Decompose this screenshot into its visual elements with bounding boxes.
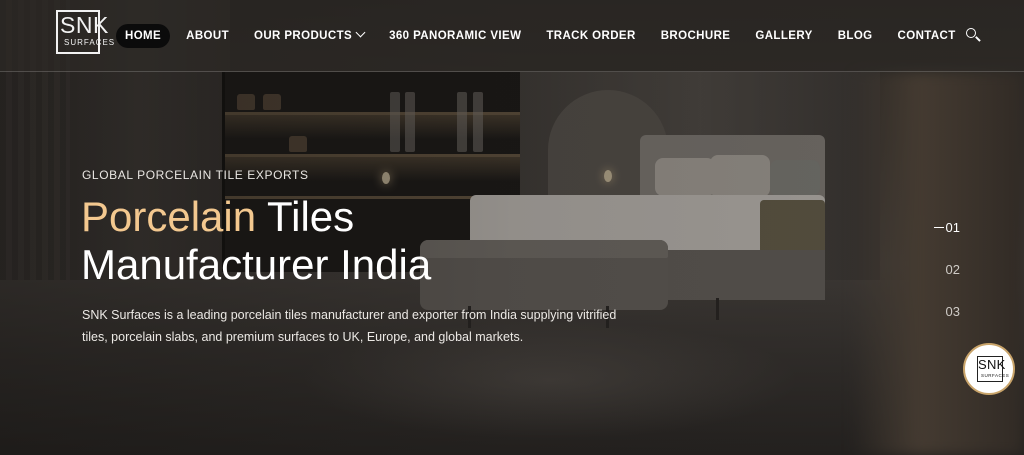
nav-our-products-label: OUR PRODUCTS — [254, 30, 353, 42]
site-header: SNK SURFACES HOME ABOUT OUR PRODUCTS 360… — [0, 0, 1024, 72]
nav-contact[interactable]: CONTACT — [898, 30, 956, 42]
badge-subtext: SURFACES — [981, 373, 1010, 378]
hero-headline: Porcelain Tiles Manufacturer India — [81, 193, 431, 289]
nav-about[interactable]: ABOUT — [186, 30, 229, 42]
badge-text: SNK — [978, 357, 1006, 372]
nav-brochure[interactable]: BROCHURE — [661, 30, 731, 42]
main-nav: HOME ABOUT OUR PRODUCTS 360 PANORAMIC VI… — [116, 23, 956, 49]
slide-indicator-3[interactable]: 03 — [946, 304, 960, 319]
nav-blog[interactable]: BLOG — [838, 30, 873, 42]
slide-indicator-2[interactable]: 02 — [946, 262, 960, 277]
slide-number: 01 — [945, 220, 960, 235]
hero-description: SNK Surfaces is a leading porcelain tile… — [82, 308, 617, 344]
nav-360-panoramic-view[interactable]: 360 PANORAMIC VIEW — [389, 30, 521, 42]
headline-line2: Manufacturer India — [81, 241, 432, 288]
chevron-down-icon — [355, 27, 366, 38]
search-icon[interactable] — [966, 28, 981, 42]
slide-indicator-1[interactable]: 01 — [933, 220, 960, 235]
nav-gallery[interactable]: GALLERY — [755, 30, 812, 42]
nav-home[interactable]: HOME — [116, 24, 171, 48]
search-icon-handle — [975, 36, 981, 42]
headline-accent-word: Porcelain — [81, 193, 257, 240]
headline-line1-rest: Tiles — [256, 193, 355, 240]
logo-text: SNK — [60, 12, 109, 38]
floating-logo-badge[interactable]: SNK SURFACES — [963, 343, 1015, 395]
hero-eyebrow: GLOBAL PORCELAIN TILE EXPORTS — [82, 168, 309, 182]
active-dash — [933, 227, 944, 229]
nav-track-order[interactable]: TRACK ORDER — [546, 30, 635, 42]
nav-our-products[interactable]: OUR PRODUCTS — [254, 27, 366, 42]
logo-subtext: SURFACES — [64, 38, 116, 47]
logo[interactable]: SNK SURFACES — [56, 10, 120, 54]
